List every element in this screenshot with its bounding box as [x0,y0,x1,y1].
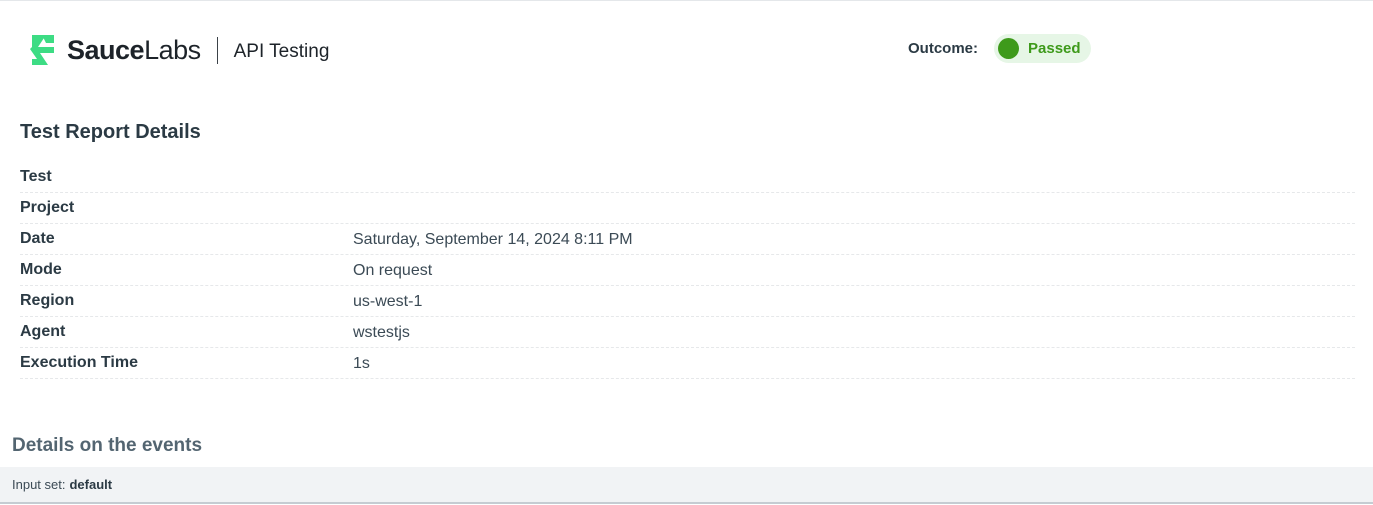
events-title: Details on the events [12,435,203,456]
details-row-test: Test [20,162,1355,193]
details-row-label: Mode [20,261,62,278]
details-row-label: Region [20,292,75,309]
brand-wordmark-bold: Sauce [67,35,145,65]
input-set-value: default [69,477,113,492]
brand-wordmark: SauceLabs [67,31,201,69]
report-header: SauceLabs API Testing Outcome: Passed [0,1,1373,96]
details-row-value: us-west-1 [353,293,423,310]
status-badge: Passed [994,33,1091,63]
details-row-agent: Agent wstestjs [20,317,1355,348]
details-row-label: Project [20,199,75,216]
page-title: Test Report Details [20,121,201,143]
brand-wordmark-light: Labs [144,35,201,65]
details-row-project: Project [20,193,1355,224]
outcome: Outcome: Passed [908,33,1091,63]
status-dot-icon [998,37,1020,59]
details-row-date: Date Saturday, September 14, 2024 8:11 P… [20,224,1355,255]
input-set-bar[interactable]: Input set: default [0,467,1373,504]
details-row-execution-time: Execution Time 1s [20,348,1355,379]
outcome-label: Outcome: [908,39,979,57]
details-row-value: 1s [353,355,370,372]
details-row-value: On request [353,262,433,279]
details-row-label: Date [20,230,55,247]
details-row-label: Execution Time [20,354,138,371]
brand: SauceLabs API Testing [24,31,329,69]
details-row-value: Saturday, September 14, 2024 8:11 PM [353,231,633,248]
input-set-label: Input set: [12,477,66,492]
brand-divider [216,36,218,64]
details-row-label: Test [20,168,52,185]
details-row-mode: Mode On request [20,255,1355,286]
status-text: Passed [1028,39,1081,57]
details-row-label: Agent [20,323,66,340]
details-row-value: wstestjs [353,324,410,341]
product-name: API Testing [233,41,330,62]
report-page: SauceLabs API Testing Outcome: Passed Te… [0,0,1373,505]
saucelabs-logo-icon [30,35,54,65]
details-table: Test Project Date Saturday, September 14… [20,162,1355,379]
details-row-region: Region us-west-1 [20,286,1355,317]
